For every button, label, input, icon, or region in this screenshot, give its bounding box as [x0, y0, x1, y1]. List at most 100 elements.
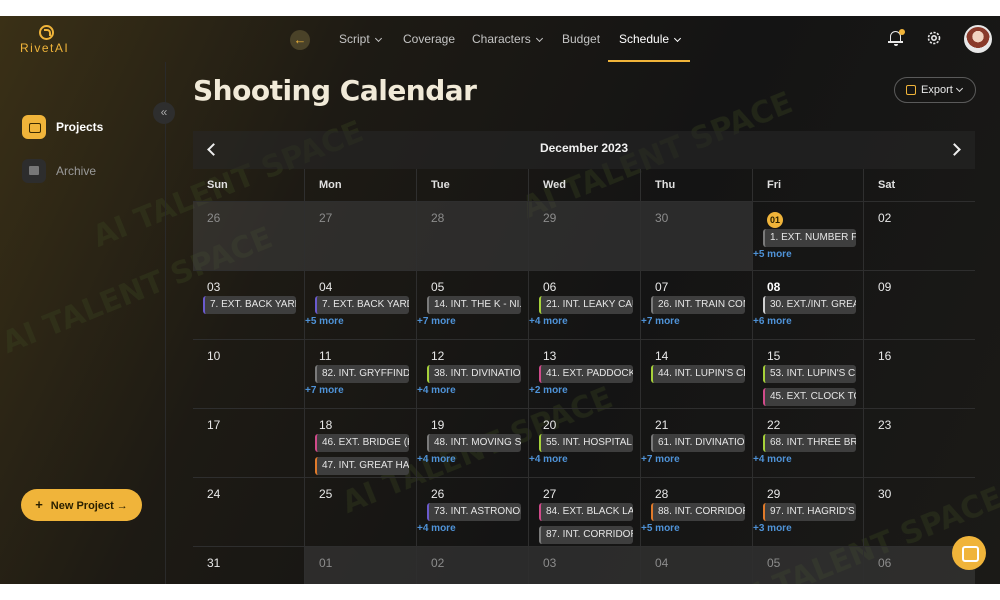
calendar-day-cell[interactable]: 31: [193, 546, 304, 584]
gear-icon[interactable]: [926, 30, 942, 46]
calendar-day-cell[interactable]: 05: [752, 546, 863, 584]
calendar-day-cell[interactable]: 24: [193, 477, 304, 546]
calendar-day-cell[interactable]: 01: [304, 546, 416, 584]
avatar[interactable]: [964, 25, 992, 53]
calendar-day-cell[interactable]: 13 41. EXT. PADDOCK - ... +2 more: [528, 339, 640, 408]
calendar-day-cell[interactable]: 16: [863, 339, 975, 408]
calendar-day-cell[interactable]: 14 44. INT. LUPIN'S CL...: [640, 339, 752, 408]
scene-event[interactable]: 55. INT. HOSPITAL W...: [539, 434, 633, 452]
more-events-link[interactable]: +5 more: [753, 249, 792, 260]
scene-event[interactable]: 47. INT. GREAT HALL...: [315, 457, 409, 475]
calendar-day-cell[interactable]: 23: [863, 408, 975, 477]
calendar-day-cell[interactable]: 02: [863, 201, 975, 270]
tab-coverage[interactable]: Coverage: [403, 16, 455, 62]
new-project-button[interactable]: + New Project →: [21, 489, 142, 521]
calendar-day-cell[interactable]: 29 97. INT. HAGRID'S H... +3 more: [752, 477, 863, 546]
scene-event[interactable]: 82. INT. GRYFFINDOR: [315, 365, 409, 383]
calendar-day-cell[interactable]: 26: [193, 201, 304, 270]
more-events-link[interactable]: +4 more: [417, 454, 456, 465]
logo[interactable]: RivetAI: [20, 25, 80, 55]
next-month-button[interactable]: [947, 140, 965, 158]
more-events-link[interactable]: +4 more: [417, 385, 456, 396]
more-events-link[interactable]: +5 more: [641, 523, 680, 534]
scene-event[interactable]: 97. INT. HAGRID'S H...: [763, 503, 856, 521]
calendar-day-cell[interactable]: 03: [528, 546, 640, 584]
more-events-link[interactable]: +6 more: [753, 316, 792, 327]
scene-event[interactable]: 45. EXT. CLOCK TOW: [763, 388, 856, 406]
logo-text: RivetAI: [20, 41, 70, 55]
scene-event[interactable]: 41. EXT. PADDOCK - ...: [539, 365, 633, 383]
calendar-day-cell[interactable]: 15 53. INT. LUPIN'S CL... 45. EXT. CLOCK T…: [752, 339, 863, 408]
calendar-day-cell[interactable]: 04: [640, 546, 752, 584]
scene-event[interactable]: 44. INT. LUPIN'S CL...: [651, 365, 745, 383]
calendar-day-cell[interactable]: 08 30. EXT./INT. GREAT... +6 more: [752, 270, 863, 339]
scene-event[interactable]: 26. INT. TRAIN COMF: [651, 296, 745, 314]
more-events-link[interactable]: +7 more: [641, 454, 680, 465]
calendar-day-cell[interactable]: 11 82. INT. GRYFFINDOR +7 more: [304, 339, 416, 408]
more-events-link[interactable]: +4 more: [529, 454, 568, 465]
sidebar-item-archive[interactable]: Archive: [22, 159, 152, 183]
calendar-day-cell[interactable]: 10: [193, 339, 304, 408]
scene-event[interactable]: 7. EXT. BACK YARD ...: [203, 296, 296, 314]
scene-event[interactable]: 68. INT. THREE BROC: [763, 434, 856, 452]
sidebar-item-projects[interactable]: Projects: [22, 115, 152, 139]
more-events-link[interactable]: +3 more: [753, 523, 792, 534]
calendar-day-cell[interactable]: 30: [640, 201, 752, 270]
bell-icon[interactable]: [888, 29, 905, 46]
more-events-link[interactable]: +4 more: [417, 523, 456, 534]
scene-event[interactable]: 53. INT. LUPIN'S CL...: [763, 365, 856, 383]
tab-budget[interactable]: Budget: [562, 16, 600, 62]
calendar-day-cell[interactable]: 27 84. EXT. BLACK LAKE 87. INT. CORRIDOR -…: [528, 477, 640, 546]
calendar-day-cell[interactable]: 03 7. EXT. BACK YARD ...: [193, 270, 304, 339]
day-number: 11: [319, 349, 332, 363]
more-events-link[interactable]: +7 more: [641, 316, 680, 327]
calendar-day-cell[interactable]: 07 26. INT. TRAIN COMF +7 more: [640, 270, 752, 339]
calendar-day-cell[interactable]: 19 48. INT. MOVING STA +4 more: [416, 408, 528, 477]
scene-event[interactable]: 61. INT. DIVINATION...: [651, 434, 745, 452]
scene-event[interactable]: 84. EXT. BLACK LAKE: [539, 503, 633, 521]
calendar-day-cell[interactable]: 30: [863, 477, 975, 546]
more-events-link[interactable]: +5 more: [305, 316, 344, 327]
back-button[interactable]: ←: [290, 30, 310, 50]
scene-event[interactable]: 48. INT. MOVING STA: [427, 434, 521, 452]
calendar-day-cell[interactable]: 26 73. INT. ASTRONOMY +4 more: [416, 477, 528, 546]
scene-event[interactable]: 30. EXT./INT. GREAT...: [763, 296, 856, 314]
calendar-day-cell[interactable]: 011. EXT. NUMBER FOU +5 more: [752, 201, 863, 270]
more-events-link[interactable]: +7 more: [305, 385, 344, 396]
export-button[interactable]: Export: [894, 77, 976, 103]
scene-event[interactable]: 7. EXT. BACK YARD ...: [315, 296, 409, 314]
scene-event[interactable]: 38. INT. DIVINATION...: [427, 365, 521, 383]
tab-script[interactable]: Script: [339, 16, 382, 62]
calendar-day-cell[interactable]: 12 38. INT. DIVINATION... +4 more: [416, 339, 528, 408]
chat-support-button[interactable]: [952, 536, 986, 570]
calendar-day-cell[interactable]: 20 55. INT. HOSPITAL W... +4 more: [528, 408, 640, 477]
calendar-day-cell[interactable]: 04 7. EXT. BACK YARD ... +5 more: [304, 270, 416, 339]
calendar-day-cell[interactable]: 29: [528, 201, 640, 270]
calendar-day-cell[interactable]: 28 88. INT. CORRIDOR/L +5 more: [640, 477, 752, 546]
calendar-day-cell[interactable]: 21 61. INT. DIVINATION... +7 more: [640, 408, 752, 477]
collapse-sidebar-button[interactable]: «: [153, 102, 175, 124]
tab-characters[interactable]: Characters: [472, 16, 543, 62]
calendar-day-cell[interactable]: 17: [193, 408, 304, 477]
scene-event[interactable]: 1. EXT. NUMBER FOU: [763, 229, 856, 247]
more-events-link[interactable]: +7 more: [417, 316, 456, 327]
scene-event[interactable]: 73. INT. ASTRONOMY: [427, 503, 521, 521]
scene-event[interactable]: 87. INT. CORRIDOR -...: [539, 526, 633, 544]
calendar-day-cell[interactable]: 05 14. INT. THE K - NI... +7 more: [416, 270, 528, 339]
calendar-day-cell[interactable]: 02: [416, 546, 528, 584]
calendar-day-cell[interactable]: 27: [304, 201, 416, 270]
scene-event[interactable]: 14. INT. THE K - NI...: [427, 296, 521, 314]
more-events-link[interactable]: +4 more: [753, 454, 792, 465]
calendar-day-cell[interactable]: 28: [416, 201, 528, 270]
calendar-day-cell[interactable]: 06 21. INT. LEAKY CAUL +4 more: [528, 270, 640, 339]
more-events-link[interactable]: +2 more: [529, 385, 568, 396]
calendar-day-cell[interactable]: 25: [304, 477, 416, 546]
scene-event[interactable]: 46. EXT. BRIDGE (HO...: [315, 434, 409, 452]
scene-event[interactable]: 88. INT. CORRIDOR/L: [651, 503, 745, 521]
tab-schedule[interactable]: Schedule: [619, 16, 682, 62]
calendar-day-cell[interactable]: 09: [863, 270, 975, 339]
calendar-day-cell[interactable]: 18 46. EXT. BRIDGE (HO... 47. INT. GREAT H…: [304, 408, 416, 477]
scene-event[interactable]: 21. INT. LEAKY CAUL: [539, 296, 633, 314]
more-events-link[interactable]: +4 more: [529, 316, 568, 327]
calendar-day-cell[interactable]: 22 68. INT. THREE BROC +4 more: [752, 408, 863, 477]
